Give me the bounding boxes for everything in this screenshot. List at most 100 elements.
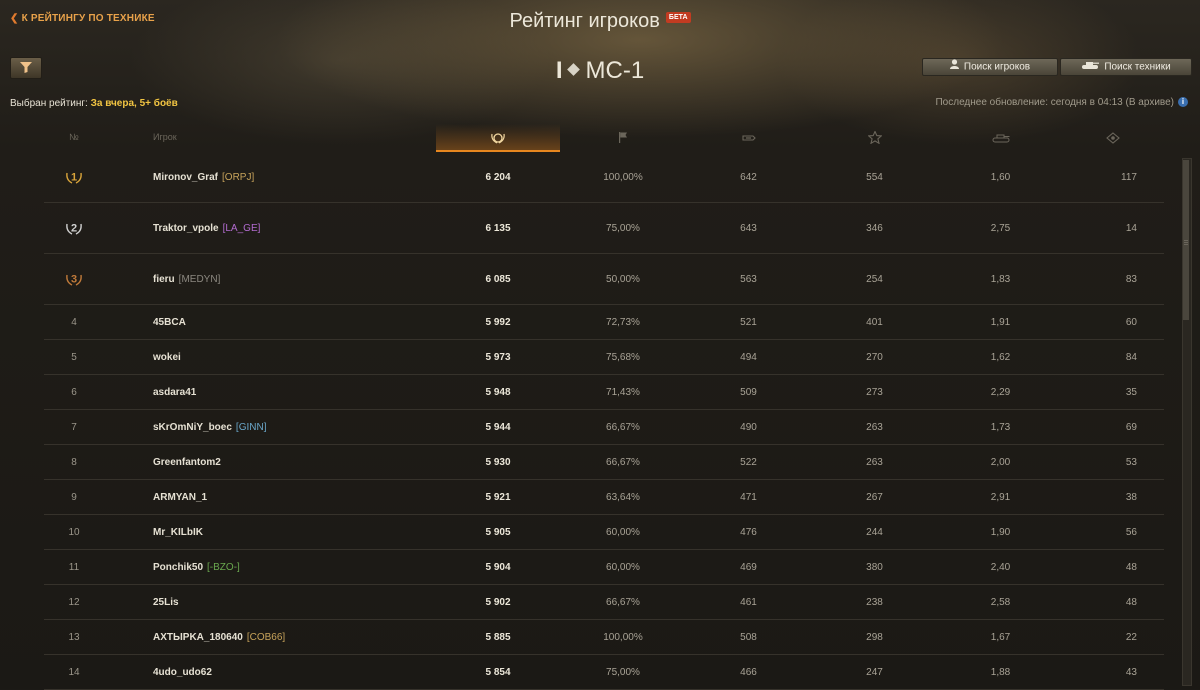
table-row[interactable]: 1 Mironov_Graf [ORPJ] 6 204 100,00% 642 …: [44, 152, 1164, 203]
column-damage[interactable]: [686, 124, 811, 150]
page-title: Рейтинг игроков БЕТА: [0, 10, 1200, 33]
winrate-value: 71,43%: [606, 386, 640, 398]
column-kills[interactable]: [938, 124, 1063, 150]
table-row[interactable]: 8 Greenfantom2 5 930 66,67% 522 263 2,00…: [44, 445, 1164, 480]
table-row[interactable]: 11 Ponchik50 [-BZO-] 5 904 60,00% 469 38…: [44, 550, 1164, 585]
column-spotting[interactable]: [1063, 124, 1163, 150]
clan-tag[interactable]: [ORPJ]: [222, 172, 254, 183]
damage-value: 508: [740, 631, 757, 643]
player-name[interactable]: sKrOmNiY_boec: [153, 422, 232, 433]
clan-tag[interactable]: [GINN]: [236, 422, 267, 433]
player-name[interactable]: Mr_KILbIK: [153, 527, 203, 538]
player-cell[interactable]: sKrOmNiY_boec [GINN]: [153, 410, 473, 444]
player-cell[interactable]: Mironov_Graf [ORPJ]: [153, 152, 473, 202]
table-row[interactable]: 13 AXTЫPKA_180640 [COB66] 5 885 100,00% …: [44, 620, 1164, 655]
clan-tag[interactable]: [MEDYN]: [179, 274, 221, 285]
player-cell[interactable]: wokei: [153, 340, 473, 374]
search-players-button[interactable]: Поиск игроков: [922, 58, 1058, 76]
player-name[interactable]: Greenfantom2: [153, 457, 221, 468]
experience-value: 554: [866, 171, 883, 183]
star-icon: [866, 130, 883, 145]
player-name[interactable]: fieru: [153, 274, 175, 285]
selected-rating-value[interactable]: За вчера, 5+ боёв: [91, 98, 178, 109]
rating-score: 5 904: [485, 561, 511, 573]
kills-value: 2,29: [990, 386, 1011, 398]
column-player[interactable]: Игрок: [153, 124, 213, 150]
table-row[interactable]: 9 ARMYAN_1 5 921 63,64% 471 267 2,91 38: [44, 480, 1164, 515]
rating-score: 6 204: [485, 171, 511, 183]
player-cell[interactable]: Mr_KILbIK: [153, 515, 473, 549]
experience-value: 247: [866, 666, 883, 678]
player-cell[interactable]: 25Lis: [153, 585, 473, 619]
player-cell[interactable]: Ponchik50 [-BZO-]: [153, 550, 473, 584]
player-name[interactable]: Traktor_vpole: [153, 223, 219, 234]
winrate-value: 66,67%: [606, 456, 640, 468]
table-row[interactable]: 3 fieru [MEDYN] 6 085 50,00% 563 254 1,8…: [44, 254, 1164, 305]
player-name[interactable]: wokei: [153, 352, 181, 363]
player-cell[interactable]: Traktor_vpole [LA_GE]: [153, 203, 473, 253]
clan-tag[interactable]: [COB66]: [247, 632, 285, 643]
rating-score: 5 921: [485, 491, 511, 503]
winrate-value: 50,00%: [606, 273, 640, 285]
player-cell[interactable]: asdara41: [153, 375, 473, 409]
kills-value: 1,91: [990, 316, 1011, 328]
last-update-text: Последнее обновление: сегодня в 04:13 (В…: [935, 97, 1174, 108]
spotting-value: 84: [1125, 351, 1137, 363]
rating-score: 5 973: [485, 351, 511, 363]
spotting-value: 38: [1125, 491, 1137, 503]
rank-cell: 14: [68, 666, 80, 678]
bronze-medal-icon: 3: [66, 274, 82, 286]
table-row[interactable]: 12 25Lis 5 902 66,67% 461 238 2,58 48: [44, 585, 1164, 620]
player-cell[interactable]: ARMYAN_1: [153, 480, 473, 514]
table-row[interactable]: 7 sKrOmNiY_boec [GINN] 5 944 66,67% 490 …: [44, 410, 1164, 445]
spotting-value: 60: [1125, 316, 1137, 328]
player-name[interactable]: 45BCA: [153, 317, 186, 328]
player-cell[interactable]: Greenfantom2: [153, 445, 473, 479]
player-name[interactable]: Mironov_Graf: [153, 172, 218, 183]
info-icon[interactable]: i: [1178, 97, 1188, 108]
winrate-value: 66,67%: [606, 421, 640, 433]
table-row[interactable]: 4 45BCA 5 992 72,73% 521 401 1,91 60: [44, 305, 1164, 340]
spotting-value: 48: [1125, 596, 1137, 608]
spotting-value: 69: [1125, 421, 1137, 433]
player-name[interactable]: 25Lis: [153, 597, 179, 608]
clan-tag[interactable]: [-BZO-]: [207, 562, 240, 573]
table-row[interactable]: 2 Traktor_vpole [LA_GE] 6 135 75,00% 643…: [44, 203, 1164, 254]
player-name[interactable]: AXTЫPKA_180640: [153, 632, 243, 643]
column-rating[interactable]: [436, 124, 560, 152]
experience-value: 270: [866, 351, 883, 363]
column-experience[interactable]: [811, 124, 938, 150]
column-rank[interactable]: №: [44, 124, 104, 150]
player-name[interactable]: Ponchik50: [153, 562, 203, 573]
kills-value: 1,83: [990, 273, 1011, 285]
player-name[interactable]: ARMYAN_1: [153, 492, 207, 503]
table-row[interactable]: 14 4udo_udo62 5 854 75,00% 466 247 1,88 …: [44, 655, 1164, 690]
damage-value: 494: [740, 351, 757, 363]
filter-button[interactable]: [10, 57, 42, 79]
rank-cell: 13: [68, 631, 80, 643]
player-cell[interactable]: AXTЫPKA_180640 [COB66]: [153, 620, 473, 654]
clan-tag[interactable]: [LA_GE]: [223, 223, 261, 234]
kills-value: 1,62: [990, 351, 1011, 363]
rank-number: 1: [71, 172, 77, 184]
kills-value: 2,91: [990, 491, 1011, 503]
silver-medal-icon: 2: [66, 223, 82, 235]
damage-value: 643: [740, 222, 757, 234]
spotting-value: 56: [1125, 526, 1137, 538]
table-row[interactable]: 5 wokei 5 973 75,68% 494 270 1,62 84: [44, 340, 1164, 375]
column-winrate[interactable]: [560, 124, 686, 150]
kills-value: 2,00: [990, 456, 1011, 468]
winrate-value: 60,00%: [606, 561, 640, 573]
rank-cell: 11: [68, 561, 80, 573]
winrate-value: 72,73%: [606, 316, 640, 328]
player-cell[interactable]: fieru [MEDYN]: [153, 254, 473, 304]
player-name[interactable]: 4udo_udo62: [153, 667, 212, 678]
table-row[interactable]: 6 asdara41 5 948 71,43% 509 273 2,29 35: [44, 375, 1164, 410]
search-vehicles-button[interactable]: Поиск техники: [1060, 58, 1192, 76]
player-cell[interactable]: 45BCA: [153, 305, 473, 339]
experience-value: 263: [866, 421, 883, 433]
player-name[interactable]: asdara41: [153, 387, 196, 398]
table-row[interactable]: 10 Mr_KILbIK 5 905 60,00% 476 244 1,90 5…: [44, 515, 1164, 550]
rating-score: 5 930: [485, 456, 511, 468]
player-cell[interactable]: 4udo_udo62: [153, 655, 473, 689]
